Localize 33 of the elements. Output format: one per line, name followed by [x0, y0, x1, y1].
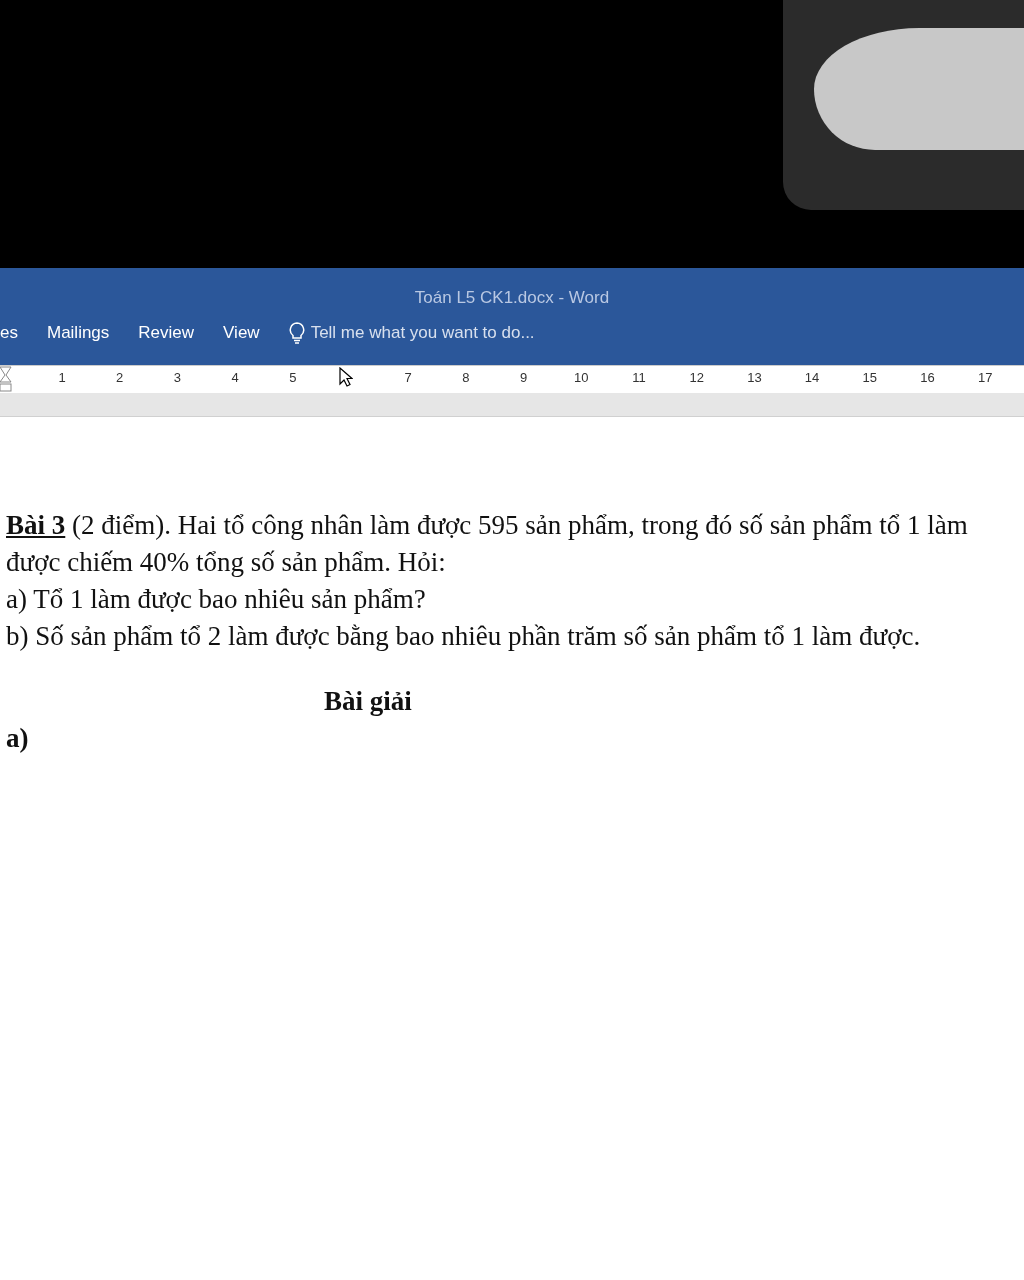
ruler-number: 17: [977, 370, 993, 385]
ruler-number: 8: [462, 370, 470, 385]
ruler-number: 14: [804, 370, 820, 385]
ruler-number: 4: [231, 370, 239, 385]
ribbon-tab[interactable]: View: [223, 323, 260, 343]
ruler-number: 1: [58, 370, 66, 385]
paragraph-line: được chiếm 40% tổng số sản phẩm. Hỏi:: [6, 546, 447, 579]
tell-me-placeholder: Tell me what you want to do...: [310, 323, 535, 343]
ribbon-tab[interactable]: Mailings: [46, 323, 110, 343]
ruler-number: 9: [520, 370, 528, 385]
ruler-number: 5: [289, 370, 297, 385]
ruler-number: 13: [747, 370, 762, 385]
ruler-number: 11: [632, 370, 646, 385]
ruler-number: 12: [689, 370, 704, 385]
ruler-number: 16: [920, 370, 935, 385]
paragraph-line: a) Tổ 1 làm được bao nhiêu sản phẩm?: [6, 583, 427, 616]
ruler-number: 10: [574, 370, 589, 385]
lightbulb-icon: [288, 322, 305, 344]
mouse-pointer-icon: [338, 367, 353, 387]
ribbon-tab[interactable]: Review: [138, 323, 195, 343]
tell-me-field[interactable]: Tell me what you want to do...: [288, 322, 535, 344]
ruler-number: 2: [116, 370, 124, 385]
ruler-number: 3: [173, 370, 181, 385]
window-title: Toán L5 CK1.docx - Word: [413, 287, 611, 308]
answer-label: a): [6, 722, 29, 755]
paragraph-line: b) Số sản phẩm tổ 2 làm được bằng bao nhiêu phần trăm số sản phẩm tổ 1 làm được.: [6, 620, 922, 653]
indent-marker-icon[interactable]: [0, 366, 12, 393]
ribbon-tab[interactable]: es: [0, 323, 18, 343]
ruler[interactable]: 1 2 3 4 5 7 8 9 10 11 12 13 14 15 16 17: [0, 365, 1024, 393]
ruler-number: 15: [862, 370, 878, 385]
section-heading: Bài giải: [324, 685, 412, 718]
ruler-number: 7: [404, 370, 412, 385]
paragraph-line: Bài 3 (2 điểm). Hai tổ công nhân làm được 595 sản phẩm, trong đó số sản phẩm tổ 1 làm: [6, 509, 969, 542]
